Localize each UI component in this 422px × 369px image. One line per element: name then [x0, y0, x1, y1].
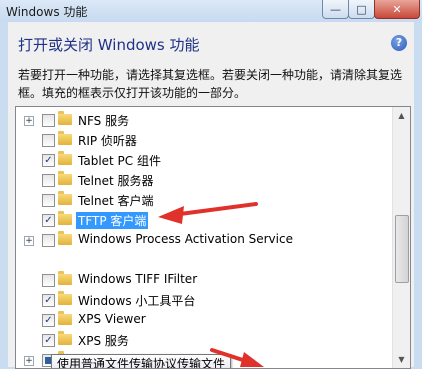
annotation-arrow-icon: [158, 202, 258, 224]
feature-checkbox[interactable]: [42, 194, 55, 207]
scroll-up-icon[interactable]: ▲: [393, 107, 410, 124]
expand-icon[interactable]: +: [24, 236, 34, 246]
scroll-thumb[interactable]: [395, 215, 409, 283]
feature-checkbox[interactable]: [42, 134, 55, 147]
title-bar: Windows 功能 — □ ✕: [0, 0, 422, 22]
feature-row[interactable]: ✓ XPS 服务: [16, 331, 396, 351]
feature-checkbox[interactable]: ✓: [42, 214, 55, 227]
folder-icon: [58, 211, 72, 225]
folder-icon: [58, 311, 72, 325]
vertical-scrollbar[interactable]: ▲ ▼: [392, 107, 410, 368]
feature-checkbox[interactable]: [42, 174, 55, 187]
features-tree[interactable]: + NFS 服务 RIP 侦听器 ✓ Tablet PC 组件 Telnet 服务器 Tel…: [15, 106, 411, 369]
feature-label[interactable]: TFTP 客户端: [76, 212, 149, 229]
feature-label[interactable]: Windows 小工具平台: [78, 292, 195, 309]
feature-checkbox[interactable]: [42, 274, 55, 287]
feature-label[interactable]: XPS 服务: [78, 332, 129, 349]
feature-row[interactable]: + Windows Process Activation Service: [16, 231, 396, 251]
feature-row[interactable]: ✓ Tablet PC 组件: [16, 151, 396, 171]
minimize-button[interactable]: —: [322, 0, 349, 19]
folder-icon: [58, 111, 72, 125]
dialog-body: 打开或关闭 Windows 功能 ? 若要打开一种功能，请选择其复选框。若要关闭…: [8, 22, 414, 369]
folder-icon: [58, 231, 72, 245]
close-button[interactable]: ✕: [374, 0, 420, 19]
feature-checkbox[interactable]: [42, 114, 55, 127]
expand-icon[interactable]: +: [24, 116, 34, 126]
expand-icon[interactable]: +: [24, 356, 34, 366]
annotation-arrow-2-icon: [210, 348, 264, 367]
feature-row[interactable]: ✓ XPS Viewer: [16, 311, 396, 331]
feature-checkbox[interactable]: ✓: [42, 294, 55, 307]
folder-icon: [58, 191, 72, 205]
feature-checkbox[interactable]: ✓: [42, 334, 55, 347]
folder-icon: [58, 331, 72, 345]
feature-label[interactable]: Telnet 服务器: [78, 172, 154, 189]
feature-row[interactable]: Windows TIFF IFilter: [16, 271, 396, 291]
feature-row[interactable]: ✓ Windows 小工具平台: [16, 291, 396, 311]
feature-label[interactable]: RIP 侦听器: [78, 132, 137, 149]
feature-label[interactable]: Windows TIFF IFilter: [78, 272, 197, 286]
feature-row[interactable]: Telnet 服务器: [16, 171, 396, 191]
maximize-button[interactable]: □: [348, 0, 375, 19]
feature-row[interactable]: RIP 侦听器: [16, 131, 396, 151]
feature-label[interactable]: NFS 服务: [78, 112, 129, 129]
help-icon[interactable]: ?: [391, 35, 407, 51]
folder-icon: [58, 151, 72, 165]
dialog-description: 若要打开一种功能，请选择其复选框。若要关闭一种功能，请清除其复选框。填充的框表示…: [18, 68, 403, 100]
window-title: Windows 功能: [6, 5, 88, 19]
folder-icon: [58, 291, 72, 305]
folder-icon: [58, 271, 72, 285]
feature-label[interactable]: Telnet 客户端: [78, 192, 154, 209]
feature-checkbox[interactable]: ✓: [42, 154, 55, 167]
feature-checkbox[interactable]: ✓: [42, 314, 55, 327]
feature-checkbox[interactable]: [42, 234, 55, 247]
folder-icon: [58, 171, 72, 185]
dialog-heading: 打开或关闭 Windows 功能: [18, 36, 200, 54]
feature-row[interactable]: + NFS 服务: [16, 111, 396, 131]
feature-label[interactable]: XPS Viewer: [78, 312, 146, 326]
feature-label[interactable]: Tablet PC 组件: [78, 152, 161, 169]
feature-label[interactable]: Windows Process Activation Service: [78, 232, 293, 246]
folder-icon: [58, 131, 72, 145]
scroll-down-icon[interactable]: ▼: [393, 351, 410, 368]
